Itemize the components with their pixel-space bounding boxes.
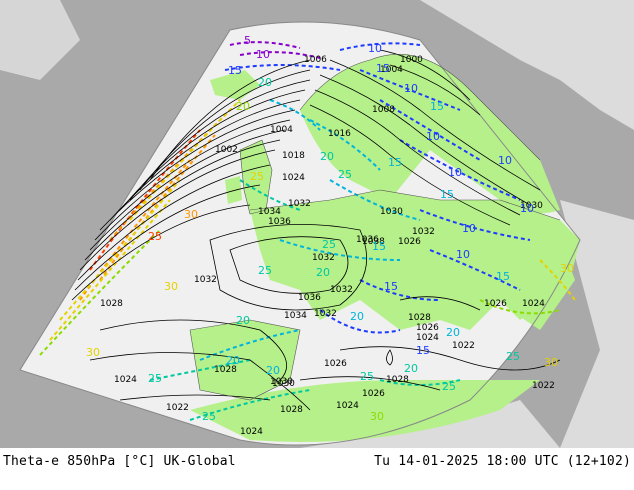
theta-label: 20 [446,326,460,339]
pressure-label: 1026 [484,299,507,309]
theta-label: 15 [440,188,454,201]
pressure-label: 1022 [532,381,555,391]
pressure-label: 1024 [240,427,263,437]
pressure-label: 1000 [400,55,423,65]
theta-label: 30 [184,208,198,221]
theta-label: 10 [404,82,418,95]
pressure-label: 1026 [398,237,421,247]
pressure-label: 1002 [215,145,238,155]
theta-label: 20 [236,314,250,327]
theta-label: 25 [250,170,264,183]
pressure-label: 1032 [194,275,217,285]
theta-label: 30 [164,280,178,293]
theta-label: 20 [266,364,280,377]
theta-label: 20 [226,354,240,367]
theta-label: 15 [496,270,510,283]
theta-label: 30 [560,262,574,275]
theta-label: 10 [520,202,534,215]
pressure-label: 1028 [408,313,431,323]
pressure-label: 1024 [336,401,359,411]
theta-label: 25 [148,230,162,243]
theta-label: 30 [370,410,384,423]
theta-label: 30 [544,356,558,369]
map-title: Theta-e 850hPa [°C] UK-Global [3,454,236,469]
map-footer: Theta-e 850hPa [°C] UK-Global Tu 14-01-2… [0,448,634,490]
pressure-label: 1028 [280,405,303,415]
theta-label: 10 [368,42,382,55]
pressure-label: 1032 [314,309,337,319]
theta-label: 15 [228,64,242,77]
land-ireland [225,176,242,204]
pressure-label: 1030 [380,207,403,217]
pressure-label: 1028 [100,299,123,309]
theta-label: 20 [404,362,418,375]
pressure-label: 1004 [270,125,293,135]
theta-label: 20 [320,150,334,163]
theta-label: 30 [86,346,100,359]
theta-label: 15 [416,344,430,357]
pressure-label: 1008 [372,105,395,115]
pressure-label: 1036 [298,293,321,303]
pressure-label: 1016 [328,129,351,139]
pressure-label: 1034 [284,311,307,321]
theta-label: 15 [388,156,402,169]
pressure-label: 1032 [412,227,435,237]
theta-label: 10 [256,48,270,61]
pressure-label: 1024 [522,299,545,309]
pressure-label: 1022 [452,341,475,351]
pressure-label: 1032 [330,285,353,295]
pressure-label: 1036 [268,217,291,227]
pressure-label: 1032 [288,199,311,209]
pressure-label: 1028 [386,375,409,385]
map-timestamp: Tu 14-01-2025 18:00 UTC (12+102) [374,454,631,469]
theta-label: 25 [322,238,336,251]
pressure-label: 1022 [166,403,189,413]
map-frame: 1002 1004 1006 1008 1000 1004 1016 1018 … [0,0,634,490]
theta-label: 25 [148,372,162,385]
pressure-label: 1026 [324,359,347,369]
theta-label: 25 [360,370,374,383]
pressure-label: 1018 [282,151,305,161]
theta-label: 15 [384,280,398,293]
pressure-label: 1006 [304,55,327,65]
theta-label: 20 [258,76,272,89]
pressure-label: 1034 [258,207,281,217]
theta-label: 20 [316,266,330,279]
pressure-label: 1024 [114,375,137,385]
pressure-label: 1024 [416,333,439,343]
theta-label: 10 [498,154,512,167]
theta-label: 10 [456,248,470,261]
pressure-label: 1030 [272,379,295,389]
theta-label: 25 [258,264,272,277]
theta-label: 25 [202,410,216,423]
theta-label: 25 [338,168,352,181]
theta-label: 15 [376,62,390,75]
theta-label: 25 [506,350,520,363]
theta-label: 10 [462,222,476,235]
theta-label: 15 [430,100,444,113]
theta-label: 5 [244,34,251,47]
theta-label: 10 [448,166,462,179]
theta-label: 15 [372,240,386,253]
pressure-label: 1026 [362,389,385,399]
theta-label: 20 [236,100,250,113]
pressure-label: 1032 [312,253,335,263]
weather-map: 1002 1004 1006 1008 1000 1004 1016 1018 … [0,0,634,448]
pressure-label: 1026 [416,323,439,333]
theta-label: 20 [350,310,364,323]
theta-label: 25 [442,380,456,393]
theta-label: 10 [426,130,440,143]
pressure-label: 1024 [282,173,305,183]
